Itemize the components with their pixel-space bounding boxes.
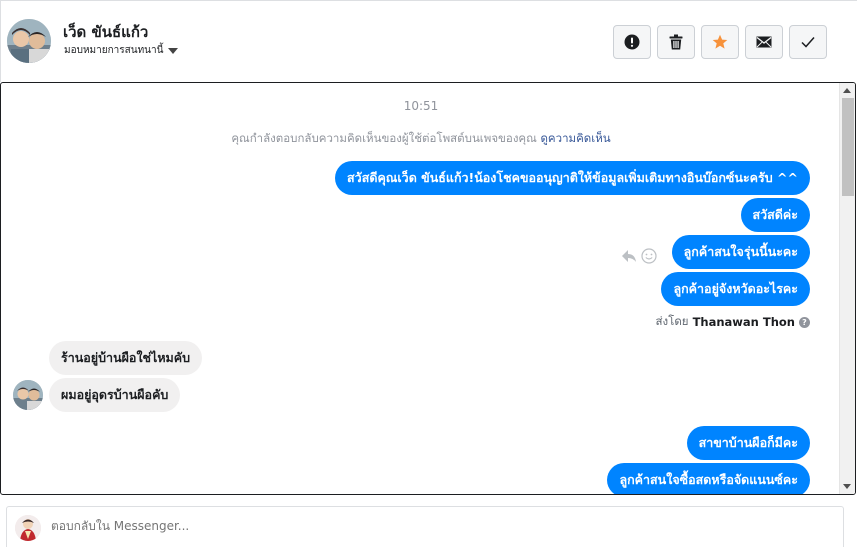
mark-spam-button[interactable] xyxy=(613,25,651,59)
message-tools xyxy=(621,248,657,264)
conversation-header: เว็ด ขันธ์แก้ว มอบหมายการสนทนานี้ xyxy=(0,0,857,82)
alert-icon xyxy=(624,34,640,50)
emoji-icon[interactable] xyxy=(641,248,657,264)
conversation-thread[interactable]: 10:51 คุณกำลังตอบกลับความคิดเห็นของผู้ใช… xyxy=(0,82,856,495)
incoming-message[interactable]: ผมอยู่อุดรบ้านผือคับ xyxy=(49,378,181,412)
sent-by-name: Thanawan Thon xyxy=(692,315,795,329)
outgoing-message[interactable]: สวัสดีคุณเว็ด ขันธ์แก้ว!น้องโชคขออนุญาติ… xyxy=(335,161,810,195)
outgoing-message[interactable]: ลูกค้าสนใจซื้อสดหรือจัดแนนซ์คะ xyxy=(607,463,810,494)
sent-by-label: ส่งโดย Thanawan Thon ? xyxy=(656,313,810,331)
messenger-page: เว็ด ขันธ์แก้ว มอบหมายการสนทนานี้ 10:51 … xyxy=(0,0,857,547)
incoming-message[interactable]: ร้านอยู่บ้านผือใช่ไหมคับ xyxy=(49,341,203,375)
contact-name[interactable]: เว็ด ขันธ์แก้ว xyxy=(63,20,148,44)
assign-conversation-dropdown[interactable]: มอบหมายการสนทนานี้ xyxy=(64,43,179,58)
envelope-icon xyxy=(756,36,772,48)
conversation-scrollbar[interactable] xyxy=(839,83,855,494)
reply-icon[interactable] xyxy=(621,249,637,263)
chevron-down-icon xyxy=(168,47,179,54)
mark-done-button[interactable] xyxy=(789,25,827,59)
outgoing-message[interactable]: ลูกค้าสนใจรุ่นนี้นะคะ xyxy=(671,235,810,269)
delete-button[interactable] xyxy=(657,25,695,59)
view-comment-link[interactable]: ดูความคิดเห็น xyxy=(540,131,610,145)
trash-icon xyxy=(669,34,683,50)
outgoing-message[interactable]: สาขาบ้านผือก็มีคะ xyxy=(686,426,810,460)
reply-composer xyxy=(6,506,844,547)
scroll-down-arrow-icon[interactable] xyxy=(843,484,851,489)
check-icon xyxy=(801,37,815,48)
reply-input[interactable] xyxy=(51,519,751,533)
star-button[interactable] xyxy=(701,25,739,59)
assign-label: มอบหมายการสนทนานี้ xyxy=(64,45,164,56)
header-actions xyxy=(613,25,827,59)
message-timestamp: 10:51 xyxy=(403,99,439,113)
outgoing-message[interactable]: สวัสดีค่ะ xyxy=(740,198,810,232)
contact-avatar-small[interactable] xyxy=(13,380,43,410)
outgoing-message[interactable]: ลูกค้าอยู่จังหวัดอะไรคะ xyxy=(661,272,810,306)
page-avatar xyxy=(15,515,41,541)
scrollbar-thumb[interactable] xyxy=(842,98,854,196)
sent-by-prefix: ส่งโดย xyxy=(655,314,689,328)
reply-notice: คุณกำลังตอบกลับความคิดเห็นของผู้ใช้ต่อโพ… xyxy=(1,130,841,148)
contact-avatar[interactable] xyxy=(7,19,51,63)
reply-notice-text: คุณกำลังตอบกลับความคิดเห็นของผู้ใช้ต่อโพ… xyxy=(231,131,537,145)
star-icon xyxy=(712,34,728,49)
mark-unread-button[interactable] xyxy=(745,25,783,59)
scroll-up-arrow-icon[interactable] xyxy=(843,88,851,93)
help-icon[interactable]: ? xyxy=(799,316,810,328)
